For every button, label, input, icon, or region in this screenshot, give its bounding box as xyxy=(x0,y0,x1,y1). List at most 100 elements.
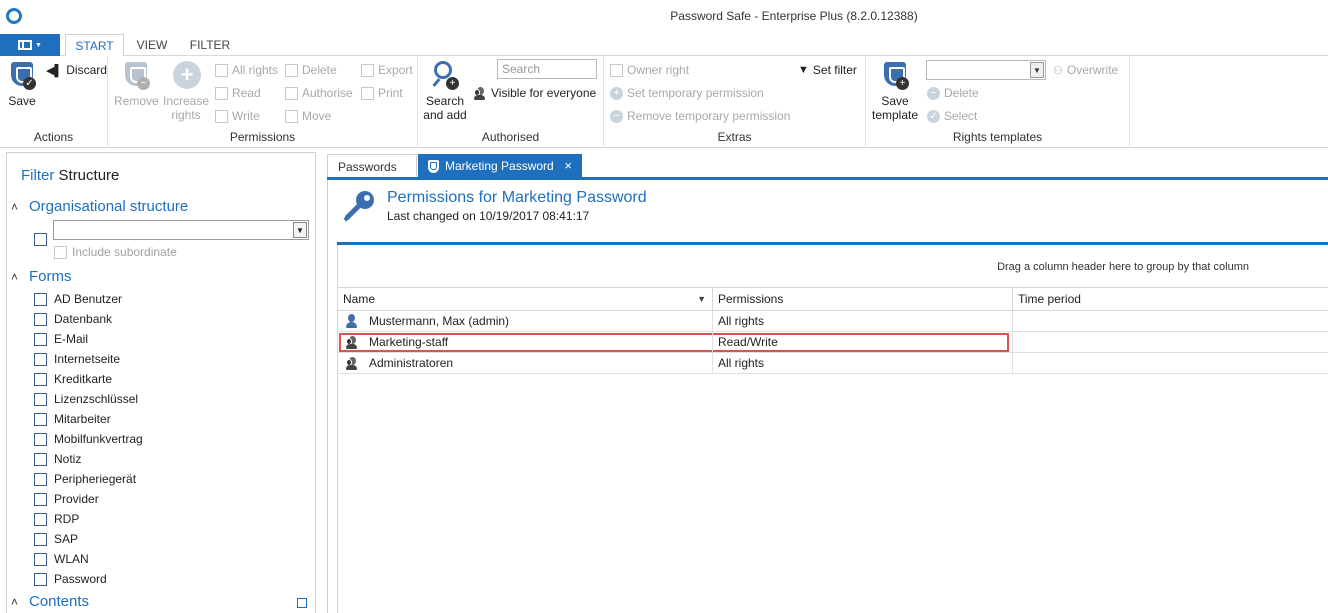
include-subordinate-box xyxy=(54,245,67,259)
filter-pane: Filter Structure ˄ Organisational struct… xyxy=(6,152,316,613)
grid-header: Name ▼ Permissions Time period xyxy=(338,287,1328,311)
table-row[interactable]: Administratoren All rights xyxy=(338,353,1328,374)
tab-view[interactable]: VIEW xyxy=(130,34,174,56)
discard-button[interactable]: ◀▌ Discard xyxy=(46,63,107,77)
cell-name: Mustermann, Max (admin) xyxy=(338,311,713,331)
form-item-ad-benutzer[interactable]: AD Benutzer xyxy=(34,289,143,309)
save-template-button[interactable]: + Save template xyxy=(870,60,920,122)
export-checkbox[interactable]: Export xyxy=(361,63,413,77)
form-item-wlan[interactable]: WLAN xyxy=(34,549,143,569)
authorised-group: + Search and add Search Visible for ever… xyxy=(418,56,604,148)
group-by-hint[interactable]: Drag a column header here to group by th… xyxy=(997,261,1249,273)
remove-temporary-permission-label: Remove temporary permission xyxy=(627,109,791,123)
chevron-down-icon: ▼ xyxy=(35,41,42,49)
last-changed-text: Last changed on 10/19/2017 08:41:17 xyxy=(387,209,590,223)
search-add-icon: + xyxy=(431,60,459,90)
cell-time-period xyxy=(1013,311,1328,331)
select-template-label: Select xyxy=(944,109,978,123)
overwrite-button[interactable]: ⚇ Overwrite xyxy=(1053,63,1118,77)
tab-marketing-password[interactable]: Marketing Password × xyxy=(418,154,582,178)
tab-filter[interactable]: FILTER xyxy=(184,34,236,56)
group-icon xyxy=(346,356,357,370)
move-checkbox[interactable]: Move xyxy=(285,109,331,123)
tab-passwords[interactable]: Passwords xyxy=(327,154,417,178)
form-item-internetseite[interactable]: Internetseite xyxy=(34,349,143,369)
form-item-password[interactable]: Password xyxy=(34,569,143,589)
org-structure-checkbox[interactable] xyxy=(34,233,47,246)
permissions-group: − Remove + Increase rights All rights De… xyxy=(108,56,418,148)
form-item-provider[interactable]: Provider xyxy=(34,489,143,509)
column-header-permissions[interactable]: Permissions xyxy=(713,288,1013,311)
print-checkbox[interactable]: Print xyxy=(361,86,403,100)
org-structure-select[interactable]: ▼ xyxy=(53,220,309,240)
authorised-group-label: Authorised xyxy=(481,130,540,144)
remove-temporary-permission-button[interactable]: − Remove temporary permission xyxy=(610,109,790,123)
include-subordinate-checkbox[interactable]: Include subordinate xyxy=(54,245,177,259)
owner-right-label: Owner right xyxy=(627,63,690,77)
search-and-add-label-2: and add xyxy=(423,108,467,122)
forms-label: Forms xyxy=(29,268,72,285)
delete-checkbox[interactable]: Delete xyxy=(285,63,337,77)
contents-label: Contents xyxy=(29,593,90,610)
form-item-lizenzschluessel[interactable]: Lizenzschlüssel xyxy=(34,389,143,409)
actions-group: ✓ Save ◀▌ Discard Actions xyxy=(0,56,108,148)
all-rights-checkbox[interactable]: All rights xyxy=(215,63,278,77)
form-item-e-mail[interactable]: E-Mail xyxy=(34,329,143,349)
save-button[interactable]: ✓ Save xyxy=(6,60,38,108)
contents-toggle-checkbox[interactable] xyxy=(297,598,307,608)
set-temporary-permission-button[interactable]: + Set temporary permission xyxy=(610,86,764,100)
visible-for-everyone-button[interactable]: Visible for everyone xyxy=(474,86,596,100)
write-checkbox[interactable]: Write xyxy=(215,109,260,123)
form-item-mitarbeiter[interactable]: Mitarbeiter xyxy=(34,409,143,429)
increase-rights-button[interactable]: + Increase rights xyxy=(162,60,210,122)
forms-section[interactable]: ˄ Forms xyxy=(11,268,72,285)
delete-template-label: Delete xyxy=(944,86,979,100)
form-item-datenbank[interactable]: Datenbank xyxy=(34,309,143,329)
print-label: Print xyxy=(378,86,403,100)
increase-label-2: rights xyxy=(171,108,201,122)
document-tab-bar: Passwords Marketing Password × xyxy=(327,152,1328,178)
file-menu-button[interactable]: ▼ xyxy=(0,34,60,56)
column-header-time-period[interactable]: Time period xyxy=(1013,288,1328,311)
form-item-peripheriegeraet[interactable]: Peripheriegerät xyxy=(34,469,143,489)
remove-button[interactable]: − Remove xyxy=(114,60,159,108)
title-bar: Password Safe - Enterprise Plus (8.2.0.1… xyxy=(0,0,1328,34)
rights-templates-group: + Save template ▼ ⚇ Overwrite − Delete ✓ Se… xyxy=(866,56,1130,148)
save-template-label-2: template xyxy=(871,108,919,122)
remove-circle-small-icon: − xyxy=(610,109,623,123)
delete-template-button[interactable]: − Delete xyxy=(927,86,979,100)
org-structure-section[interactable]: ˄ Organisational structure xyxy=(11,198,188,215)
form-item-kreditkarte[interactable]: Kreditkarte xyxy=(34,369,143,389)
read-checkbox[interactable]: Read xyxy=(215,86,261,100)
add-circle-small-icon: + xyxy=(610,86,623,100)
remove-circle-small-icon: − xyxy=(927,86,940,100)
permissions-group-label: Permissions xyxy=(229,130,296,144)
form-item-mobilfunkvertrag[interactable]: Mobilfunkvertrag xyxy=(34,429,143,449)
form-item-rdp[interactable]: RDP xyxy=(34,509,143,529)
tab-start[interactable]: START xyxy=(65,34,124,57)
page-title: Permissions for Marketing Password xyxy=(387,189,647,206)
template-select[interactable]: ▼ xyxy=(926,60,1046,80)
table-row[interactable]: Mustermann, Max (admin) All rights xyxy=(338,311,1328,332)
authorise-checkbox[interactable]: Authorise xyxy=(285,86,353,100)
search-and-add-button[interactable]: + Search and add xyxy=(422,60,468,122)
column-header-name[interactable]: Name ▼ xyxy=(338,288,713,311)
search-input[interactable]: Search xyxy=(497,59,597,79)
filter-title[interactable]: Filter xyxy=(21,167,54,184)
check-circle-small-icon: ✓ xyxy=(927,109,940,123)
org-structure-label: Organisational structure xyxy=(29,198,189,215)
select-template-button[interactable]: ✓ Select xyxy=(927,109,977,123)
forms-list: AD Benutzer Datenbank E-Mail Internetsei… xyxy=(34,289,143,589)
group-icon xyxy=(346,335,357,349)
permissions-panel: Permissions for Marketing Password Last … xyxy=(327,180,1328,613)
form-item-sap[interactable]: SAP xyxy=(34,529,143,549)
close-icon[interactable]: × xyxy=(564,154,572,178)
ribbon-tab-bar: ▼ START VIEW FILTER xyxy=(0,34,1328,57)
structure-title[interactable]: Structure xyxy=(59,167,120,184)
owner-right-checkbox[interactable]: Owner right xyxy=(610,63,689,77)
set-filter-button[interactable]: ▼ Set filter xyxy=(798,63,857,77)
contents-section[interactable]: ˄ Contents xyxy=(11,593,89,610)
form-item-notiz[interactable]: Notiz xyxy=(34,449,143,469)
table-row[interactable]: Marketing-staff Read/Write xyxy=(338,332,1328,353)
set-temporary-permission-label: Set temporary permission xyxy=(627,86,764,100)
